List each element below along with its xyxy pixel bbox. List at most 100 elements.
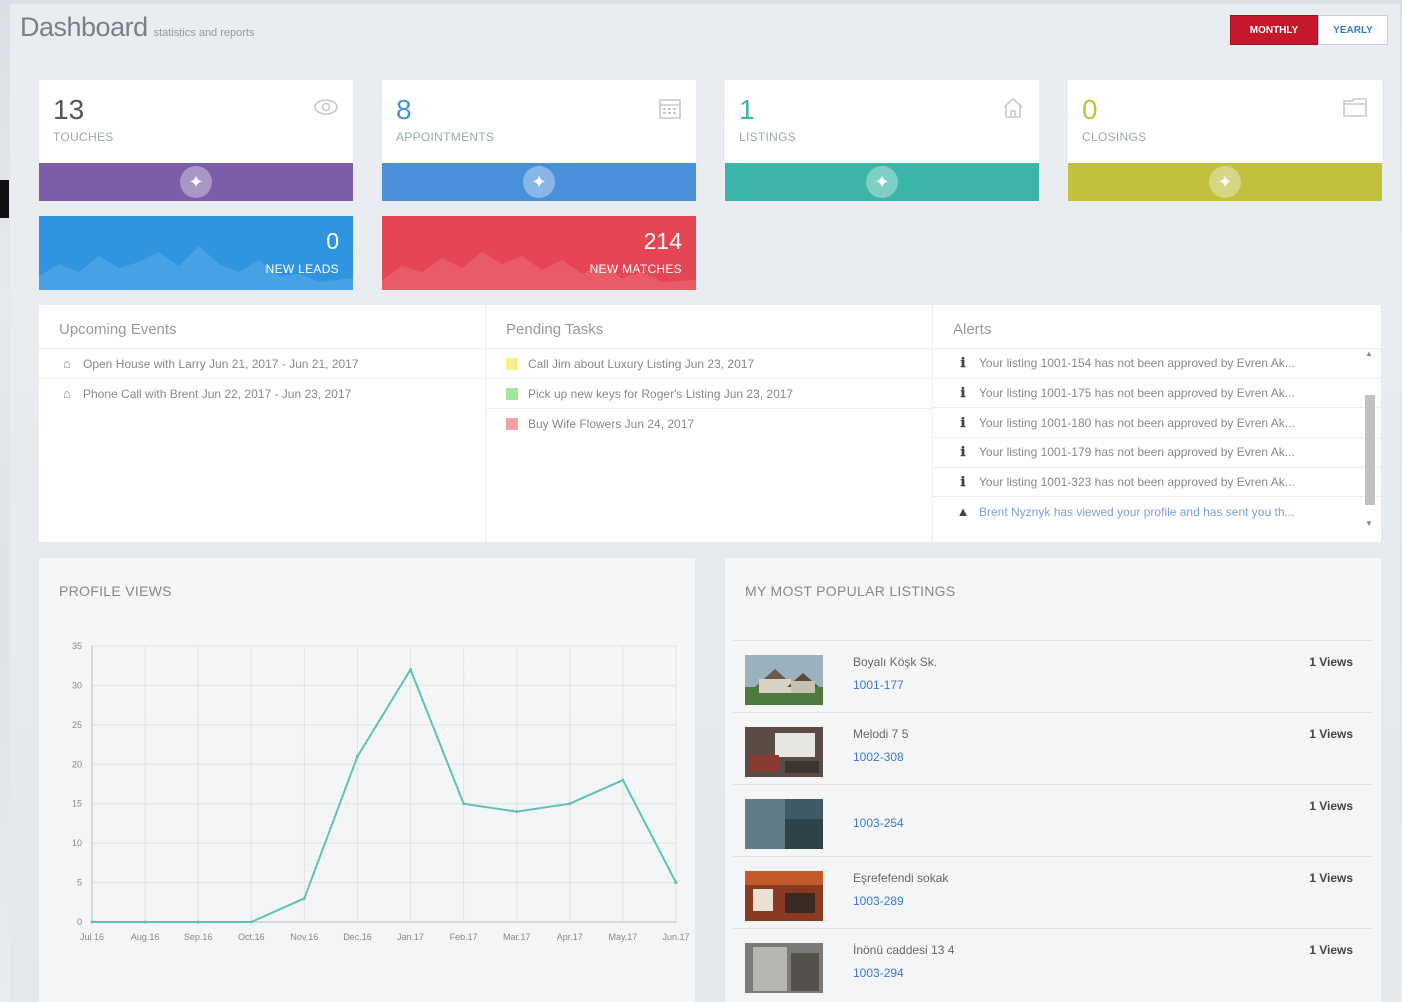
popular-listings-panel: MY MOST POPULAR LISTINGS Boyalı Köşk Sk.… (725, 558, 1381, 1002)
alert-text: Your listing 1001-175 has not been appro… (979, 386, 1295, 401)
upcoming-events-title: Upcoming Events (59, 321, 177, 338)
alert-item[interactable]: ℹ Your listing 1001-154 has not been appr… (933, 348, 1381, 378)
stat-label: TOUCHES (53, 130, 114, 144)
monthly-button[interactable]: MONTHLY (1230, 15, 1318, 45)
listing-code-link[interactable]: 1003-294 (853, 966, 904, 980)
listing-photo[interactable] (745, 871, 823, 921)
listing-views: 1 Views (1309, 799, 1353, 813)
x-tick-label: Mar.17 (503, 932, 531, 942)
yearly-button[interactable]: YEARLY (1318, 15, 1388, 45)
event-text: Phone Call with Brent Jun 22, 2017 - Jun… (83, 386, 352, 401)
scrollbar-thumb[interactable] (1365, 395, 1375, 505)
data-point (355, 754, 359, 758)
listing-code-link[interactable]: 1003-254 (853, 816, 904, 830)
task-item[interactable]: Pick up new keys for Roger's Listing Jun… (486, 378, 932, 408)
home-icon (1001, 96, 1025, 126)
mini-stat-new-leads[interactable]: 0 NEW LEADS (39, 216, 353, 290)
upcoming-events: Upcoming Events ⌂ Open House with Larry … (39, 305, 486, 542)
data-point (515, 810, 519, 814)
data-point (90, 920, 94, 924)
alerts-scrollbar[interactable]: ▲ ▼ (1363, 345, 1375, 528)
task-color-swatch (506, 357, 518, 370)
stat-card-touches: 13 TOUCHES ✦ (39, 80, 353, 201)
y-tick-label: 25 (72, 720, 82, 730)
pending-tasks: Pending Tasks Call Jim about Luxury List… (486, 305, 933, 542)
eye-icon (313, 96, 339, 122)
data-point (621, 778, 625, 782)
x-tick-label: Jul.16 (80, 932, 104, 942)
x-tick-label: Dec.16 (343, 932, 372, 942)
stat-bar: ✦ (725, 163, 1039, 201)
data-point (568, 802, 572, 806)
listing-views: 1 Views (1309, 943, 1353, 957)
listing-code-link[interactable]: 1001-177 (853, 678, 904, 692)
mini-stat-new-matches[interactable]: 214 NEW MATCHES (382, 216, 696, 290)
folder-icon (1342, 96, 1368, 124)
stat-card-closings: 0 CLOSINGS ✦ (1068, 80, 1382, 201)
listing-photo[interactable] (745, 799, 823, 849)
profile-views-line (92, 667, 677, 923)
stat-value: 0 (1082, 94, 1098, 125)
listing-name: Boyalı Köşk Sk. (853, 655, 938, 669)
task-item[interactable]: Buy Wife Flowers Jun 24, 2017 (486, 408, 932, 438)
data-point (196, 920, 200, 924)
listing-name: Melodi 7 5 (853, 727, 909, 741)
mini-stat-label: NEW MATCHES (589, 262, 682, 276)
stat-value: 8 (396, 94, 412, 125)
event-text: Open House with Larry Jun 21, 2017 - Jun… (83, 356, 359, 371)
listing-views: 1 Views (1309, 655, 1353, 669)
profile-views-panel: PROFILE VIEWS 0 5 10 15 20 25 30 35 Jul.16 Aug.16… (39, 558, 695, 1002)
listing-photo[interactable] (745, 943, 823, 993)
listing-photo[interactable] (745, 655, 823, 705)
stat-bar: ✦ (1068, 163, 1382, 201)
stat-label: APPOINTMENTS (396, 130, 495, 144)
add-appointment-button[interactable]: ✦ (523, 166, 555, 198)
x-tick-label: Jun.17 (662, 932, 689, 942)
alert-item[interactable]: ℹ Your listing 1001-180 has not been appr… (933, 407, 1381, 437)
alert-text: Your listing 1001-180 has not been appro… (979, 415, 1295, 430)
stat-card-listings: 1 LISTINGS ✦ (725, 80, 1039, 201)
home-icon: ⌂ (63, 356, 71, 371)
alert-item[interactable]: ℹ Your listing 1001-179 has not been appr… (933, 437, 1381, 467)
task-item[interactable]: Call Jim about Luxury Listing Jun 23, 20… (486, 348, 932, 378)
alert-item[interactable]: ▲ Brent Nyznyk has viewed your profile an… (933, 496, 1381, 526)
page-title: Dashboard (20, 12, 148, 42)
mini-stat-value: 214 (643, 228, 682, 254)
alert-item[interactable]: ℹ Your listing 1001-175 has not been appr… (933, 377, 1381, 408)
listing-photo[interactable] (745, 727, 823, 777)
alerts-list: ℹ Your listing 1001-154 has not been appr… (933, 348, 1381, 526)
info-icon: ℹ (960, 385, 966, 401)
data-point (409, 668, 413, 672)
listing-name: Eşrefefendi sokak (853, 871, 949, 885)
x-tick-label: Jan.17 (397, 932, 424, 942)
y-tick-label: 5 (77, 878, 82, 888)
x-tick-label: Oct.16 (238, 932, 265, 942)
task-text: Call Jim about Luxury Listing Jun 23, 20… (528, 356, 755, 371)
alerts: Alerts ℹ Your listing 1001-154 has not be… (933, 305, 1381, 542)
data-point (674, 881, 678, 885)
data-point (249, 920, 253, 924)
scroll-down-icon[interactable]: ▼ (1363, 519, 1375, 528)
listing-code-link[interactable]: 1003-289 (853, 894, 904, 908)
left-edge-marker (0, 180, 9, 218)
add-touch-button[interactable]: ✦ (180, 166, 212, 198)
listing-item[interactable]: Melodi 7 5 1002-308 1 Views (733, 712, 1373, 784)
info-icon: ℹ (960, 414, 966, 430)
listing-name: İnönü caddesi 13 4 (853, 943, 955, 957)
stat-card-appointments: 8 APPOINTMENTS ✦ (382, 80, 696, 201)
alerts-title: Alerts (953, 321, 992, 338)
event-item[interactable]: ⌂ Phone Call with Brent Jun 22, 2017 - J… (39, 378, 485, 408)
listing-item[interactable]: İnönü caddesi 13 4 1003-294 1 Views (733, 928, 1373, 1000)
listing-item[interactable]: Eşrefefendi sokak 1003-289 1 Views (733, 856, 1373, 928)
listing-code-link[interactable]: 1002-308 (853, 750, 904, 764)
event-item[interactable]: ⌂ Open House with Larry Jun 21, 2017 - J… (39, 348, 485, 378)
calendar-icon (658, 96, 682, 126)
listing-item[interactable]: 1003-254 1 Views (733, 784, 1373, 856)
scroll-up-icon[interactable]: ▲ (1363, 349, 1375, 358)
add-listing-button[interactable]: ✦ (866, 166, 898, 198)
add-closing-button[interactable]: ✦ (1209, 166, 1241, 198)
alert-item[interactable]: ℹ Your listing 1001-323 has not been appr… (933, 466, 1381, 497)
activity-panel: Upcoming Events ⌂ Open House with Larry … (39, 305, 1381, 542)
x-tick-label: Apr.17 (557, 932, 583, 942)
listing-item[interactable]: Boyalı Köşk Sk. 1001-177 1 Views (733, 640, 1373, 712)
